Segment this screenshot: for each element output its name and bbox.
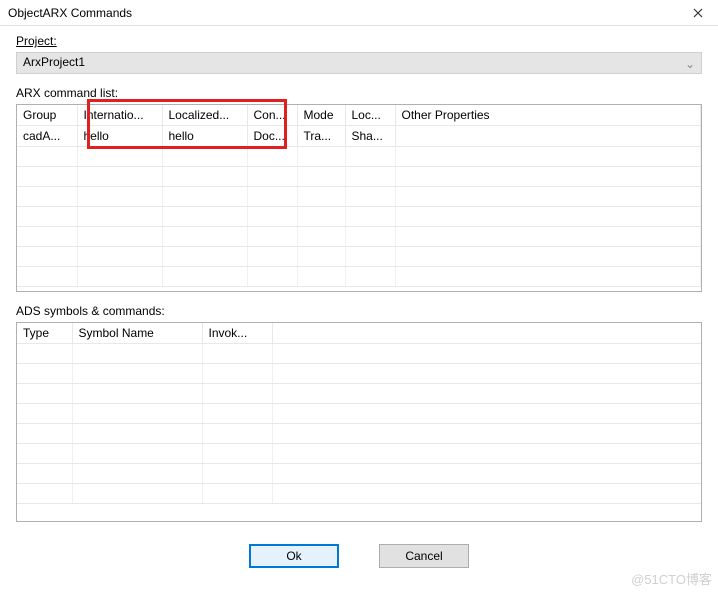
- table-row: [17, 464, 701, 484]
- dialog-body: Project: ArxProject1 ⌄ ARX command list:…: [0, 26, 718, 578]
- table-row: [17, 384, 701, 404]
- col-blank: [272, 323, 701, 344]
- cell-group: cadA...: [17, 126, 77, 147]
- col-invok[interactable]: Invok...: [202, 323, 272, 344]
- table-row: [17, 267, 701, 287]
- col-con[interactable]: Con...: [247, 105, 297, 126]
- titlebar: ObjectARX Commands: [0, 0, 718, 26]
- col-other[interactable]: Other Properties: [395, 105, 701, 126]
- close-icon: [693, 8, 703, 18]
- col-mode[interactable]: Mode: [297, 105, 345, 126]
- cell-loc: Sha...: [345, 126, 395, 147]
- table-row: [17, 484, 701, 504]
- table-row: [17, 147, 701, 167]
- project-value: ArxProject1: [23, 55, 85, 69]
- chevron-down-icon: ⌄: [685, 57, 695, 71]
- cell-other: [395, 126, 701, 147]
- watermark: @51CTO博客: [631, 569, 712, 588]
- table-row: [17, 207, 701, 227]
- table-row: [17, 167, 701, 187]
- table-row: [17, 364, 701, 384]
- col-international[interactable]: Internatio...: [77, 105, 162, 126]
- arx-table: Group Internatio... Localized... Con... …: [17, 105, 701, 287]
- table-row: [17, 404, 701, 424]
- ads-list-label: ADS symbols & commands:: [16, 304, 702, 318]
- project-label: Project:: [16, 34, 702, 48]
- button-row: Ok Cancel: [16, 534, 702, 578]
- table-row: [17, 187, 701, 207]
- col-group[interactable]: Group: [17, 105, 77, 126]
- arx-header-row: Group Internatio... Localized... Con... …: [17, 105, 701, 126]
- cell-localized: hello: [162, 126, 247, 147]
- cell-international: hello: [77, 126, 162, 147]
- col-type[interactable]: Type: [17, 323, 72, 344]
- window-title: ObjectARX Commands: [8, 6, 686, 20]
- table-row: [17, 424, 701, 444]
- table-row: [17, 444, 701, 464]
- table-row: [17, 344, 701, 364]
- col-symbol-name[interactable]: Symbol Name: [72, 323, 202, 344]
- table-row: [17, 247, 701, 267]
- cancel-button[interactable]: Cancel: [379, 544, 469, 568]
- ads-table: Type Symbol Name Invok...: [17, 323, 701, 504]
- ok-button[interactable]: Ok: [249, 544, 339, 568]
- close-button[interactable]: [686, 3, 710, 23]
- col-loc[interactable]: Loc...: [345, 105, 395, 126]
- cell-mode: Tra...: [297, 126, 345, 147]
- cell-con: Doc...: [247, 126, 297, 147]
- project-select[interactable]: ArxProject1 ⌄: [16, 52, 702, 74]
- arx-list-label: ARX command list:: [16, 86, 702, 100]
- table-row: [17, 227, 701, 247]
- col-localized[interactable]: Localized...: [162, 105, 247, 126]
- arx-command-grid[interactable]: Group Internatio... Localized... Con... …: [16, 104, 702, 292]
- table-row[interactable]: cadA... hello hello Doc... Tra... Sha...: [17, 126, 701, 147]
- ads-header-row: Type Symbol Name Invok...: [17, 323, 701, 344]
- ads-symbols-grid[interactable]: Type Symbol Name Invok...: [16, 322, 702, 522]
